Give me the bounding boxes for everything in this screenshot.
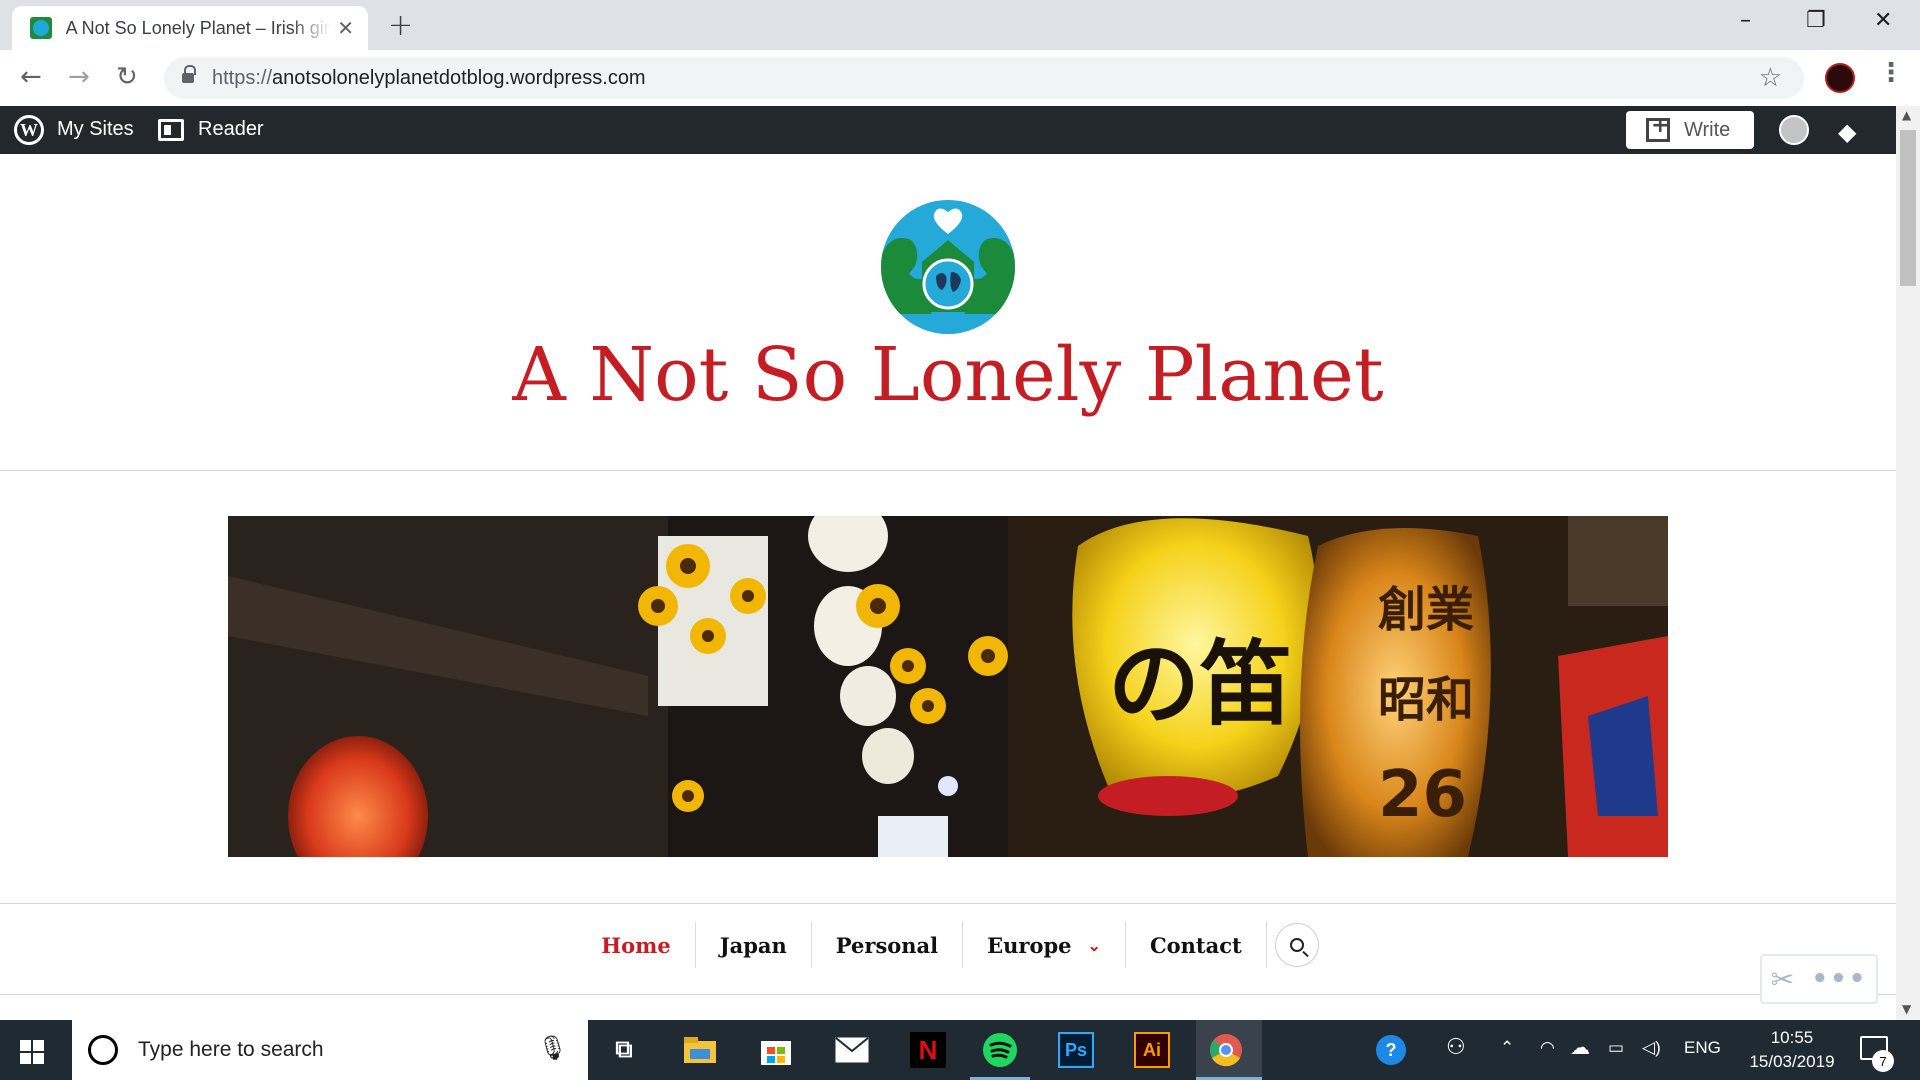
scroll-up-arrow-icon[interactable]: ▲: [1902, 108, 1911, 122]
svg-text:26: 26: [1378, 758, 1467, 832]
task-view-icon[interactable]: ⧉: [606, 1032, 642, 1068]
onedrive-icon[interactable]: ☁: [1570, 1035, 1590, 1060]
people-icon[interactable]: ⚇: [1446, 1034, 1466, 1060]
customizer-widget: ✂ •••: [1760, 954, 1878, 1004]
user-avatar[interactable]: [1779, 115, 1809, 145]
tray-expand-icon[interactable]: ⌃: [1500, 1038, 1514, 1058]
close-tab-icon[interactable]: ✕: [337, 16, 354, 40]
page-scrollbar[interactable]: ▲ ▼: [1896, 106, 1920, 1020]
language-indicator[interactable]: ENG: [1684, 1038, 1721, 1058]
site-logo[interactable]: [881, 200, 1015, 334]
help-icon[interactable]: ?: [1376, 1035, 1406, 1065]
lock-icon[interactable]: [182, 65, 196, 85]
wordpress-admin-bar: W My Sites Reader Write ◆: [0, 106, 1920, 154]
windows-taskbar: Type here to search 🎙 ⧉ N Ps Ai ? ⚇ ⌃ ◠ …: [0, 1020, 1920, 1080]
browser-tab[interactable]: A Not So Lonely Planet – Irish girl ✕: [12, 6, 368, 50]
profile-avatar[interactable]: [1825, 63, 1855, 93]
chrome-menu-icon[interactable]: ⋮: [1878, 58, 1904, 88]
nav-personal[interactable]: Personal: [812, 922, 964, 968]
restore-button[interactable]: ❐: [1806, 8, 1826, 33]
forward-icon[interactable]: →: [68, 62, 90, 92]
bookmark-star-icon[interactable]: ☆: [1759, 63, 1782, 93]
reader-icon[interactable]: [158, 119, 184, 141]
clock[interactable]: 10:55 15/03/2019: [1744, 1026, 1840, 1074]
wordpress-logo-icon[interactable]: W: [14, 115, 44, 145]
write-label: Write: [1684, 118, 1731, 141]
tools-icon[interactable]: ✂: [1771, 963, 1794, 996]
header-banner-image: の笛 創業 昭和 26: [228, 516, 1668, 857]
clock-time: 10:55: [1770, 1028, 1814, 1047]
nav-japan[interactable]: Japan: [696, 922, 812, 968]
minimize-button[interactable]: –: [1740, 8, 1751, 33]
more-options-icon[interactable]: •••: [1811, 964, 1867, 994]
scroll-thumb[interactable]: [1900, 130, 1916, 286]
svg-text:創業: 創業: [1378, 582, 1474, 638]
site-search-button[interactable]: [1274, 923, 1319, 967]
tab-strip: A Not So Lonely Planet – Irish girl ✕ + …: [0, 0, 1920, 50]
store-icon[interactable]: [758, 1032, 794, 1068]
taskbar-search-box[interactable]: Type here to search 🎙: [72, 1020, 588, 1080]
tab-title: A Not So Lonely Planet – Irish girl: [65, 17, 332, 38]
nav-europe[interactable]: Europe ⌄: [963, 922, 1126, 968]
cortana-icon: [88, 1035, 118, 1065]
svg-text:昭和: 昭和: [1378, 672, 1474, 728]
taskbar-search-placeholder: Type here to search: [138, 1038, 324, 1061]
wifi-icon[interactable]: ◠: [1540, 1038, 1555, 1058]
clock-date: 15/03/2019: [1749, 1052, 1835, 1071]
url-text[interactable]: https://anotsolonelyplanetdotblog.wordpr…: [212, 67, 646, 90]
mail-icon[interactable]: [834, 1032, 870, 1068]
microphone-icon[interactable]: 🎙: [538, 1034, 568, 1062]
spotify-icon[interactable]: [982, 1032, 1018, 1068]
my-sites-link[interactable]: My Sites: [57, 118, 134, 141]
nav-contact[interactable]: Contact: [1126, 922, 1267, 968]
chevron-down-icon[interactable]: ⌄: [1088, 936, 1101, 955]
page-content: A Not So Lonely Planet の笛 創業 昭和 26 Home …: [0, 154, 1896, 1020]
illustrator-icon[interactable]: Ai: [1134, 1032, 1170, 1068]
search-icon: [1289, 938, 1304, 952]
reload-icon[interactable]: ↻: [116, 62, 138, 92]
start-button[interactable]: [20, 1040, 44, 1064]
browser-toolbar: ← → ↻ https://anotsolonelyplanetdotblog.…: [0, 50, 1920, 106]
file-explorer-icon[interactable]: [682, 1032, 718, 1068]
notification-count-badge: 7: [1872, 1050, 1894, 1072]
site-favicon-icon: [30, 17, 52, 39]
battery-icon[interactable]: ▭: [1608, 1038, 1624, 1058]
netflix-icon[interactable]: N: [910, 1032, 946, 1068]
new-post-icon: [1646, 113, 1670, 142]
photoshop-icon[interactable]: Ps: [1058, 1032, 1094, 1068]
scroll-down-arrow-icon[interactable]: ▼: [1902, 1002, 1911, 1016]
reader-link[interactable]: Reader: [198, 118, 264, 141]
address-bar[interactable]: https://anotsolonelyplanetdotblog.wordpr…: [164, 57, 1804, 99]
site-title[interactable]: A Not So Lonely Planet: [0, 332, 1896, 418]
nav-europe-label: Europe: [987, 932, 1072, 958]
chrome-active-indicator: [1196, 1020, 1262, 1080]
main-navigation: Home Japan Personal Europe ⌄ Contact: [0, 900, 1896, 990]
notifications-icon[interactable]: ◆: [1838, 118, 1856, 147]
write-button[interactable]: Write: [1626, 111, 1754, 149]
svg-text:の笛: の笛: [1108, 631, 1292, 738]
volume-icon[interactable]: ◁): [1642, 1038, 1661, 1058]
close-window-button[interactable]: ✕: [1874, 8, 1892, 33]
nav-home[interactable]: Home: [577, 922, 696, 968]
header-divider: [0, 470, 1896, 471]
new-tab-button[interactable]: +: [388, 8, 413, 43]
back-icon[interactable]: ←: [20, 62, 42, 92]
nav-bottom-divider: [0, 994, 1896, 995]
